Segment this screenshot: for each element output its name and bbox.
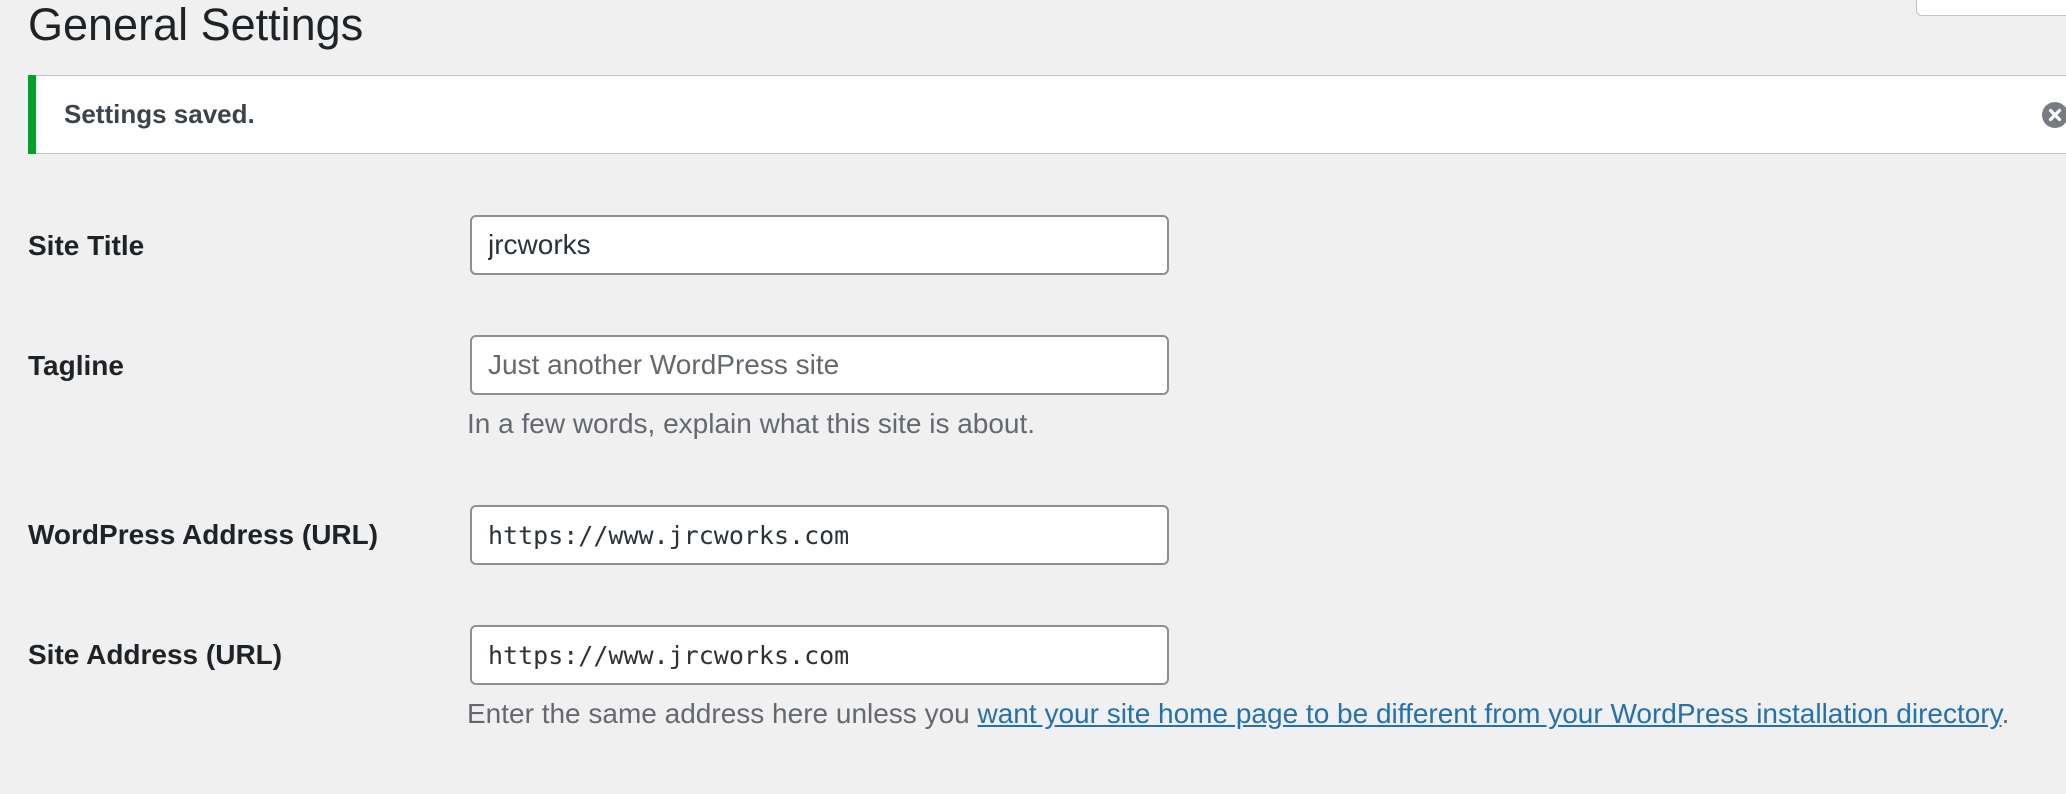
site-address-description-suffix: . [2001, 698, 2010, 729]
site-title-input[interactable] [470, 215, 1169, 275]
tagline-description: In a few words, explain what this site i… [467, 408, 1036, 439]
site-address-description: Enter the same address here unless you w… [467, 693, 2027, 735]
page-title: General Settings [28, 0, 364, 50]
settings-saved-notice: Settings saved. [28, 75, 2066, 154]
wordpress-address-label: WordPress Address (URL) [28, 519, 379, 550]
tagline-input[interactable] [470, 335, 1169, 395]
help-tab-button[interactable] [1916, 0, 2066, 16]
site-title-label: Site Title [28, 230, 145, 261]
site-address-label: Site Address (URL) [28, 639, 283, 670]
tagline-label: Tagline [28, 350, 124, 381]
close-circle-icon[interactable] [2042, 102, 2066, 128]
settings-page: General Settings Settings saved. Site Ti… [0, 0, 2066, 794]
notice-accent-bar [28, 75, 36, 154]
site-address-input[interactable] [470, 625, 1169, 685]
wordpress-address-input[interactable] [470, 505, 1169, 565]
site-address-description-prefix: Enter the same address here unless you [467, 698, 978, 729]
notice-message: Settings saved. [64, 99, 255, 129]
site-home-different-link[interactable]: want your site home page to be different… [978, 698, 2002, 729]
